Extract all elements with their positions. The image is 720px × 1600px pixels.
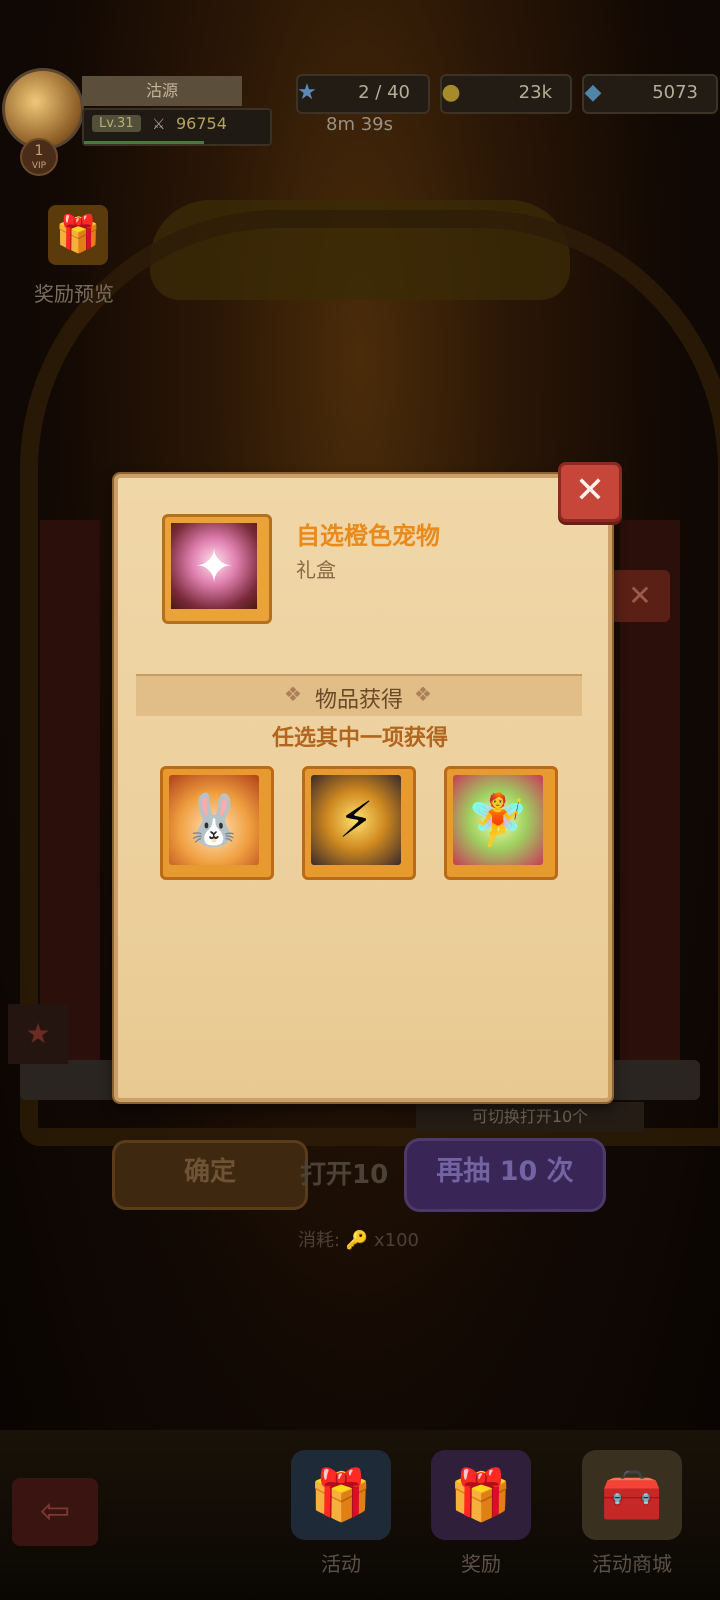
diamonds-value: 5073: [652, 82, 698, 103]
choose-one-hint: 任选其中一项获得: [271, 726, 448, 751]
reward-box-icon: 🎁: [431, 1450, 531, 1540]
resource-stars[interactable]: ★ 2 / 40: [296, 74, 430, 114]
stamina-timer: 8m 39s: [326, 114, 393, 135]
cost-row: 消耗: 🔑 x100: [298, 1226, 419, 1252]
nav-label-activity: 活动: [321, 1552, 361, 1576]
section-title: 物品获得: [314, 688, 403, 713]
crystal-gift-box-icon: ✦: [171, 523, 257, 609]
confirm-button: 确定: [112, 1140, 308, 1210]
diamond-icon: ◆: [584, 80, 602, 105]
shop-chest-icon: 🧰: [582, 1450, 682, 1540]
section-header: ❖ 物品获得 ❖: [136, 674, 582, 716]
player-level: Lv.31: [92, 115, 141, 132]
modal-close-button[interactable]: ✕: [558, 462, 622, 522]
plant-fairy-pet-icon: 🧚: [453, 775, 543, 865]
player-power: 96754: [176, 114, 227, 133]
nav-item-activity: 🎁 活动: [276, 1440, 406, 1590]
item-subtitle: 礼盒: [296, 558, 336, 582]
key-icon: 🔑: [345, 1230, 369, 1251]
stage-curtain-left: [40, 520, 100, 1080]
vip-badge: 1 VIP: [20, 138, 58, 176]
fire-bunny-pet-icon: 🐰: [169, 775, 259, 865]
gold-coin-icon: ●: [441, 80, 461, 105]
gold-value: 23k: [518, 82, 552, 103]
level-power-plate: Lv.31 ⚔ 96754: [82, 108, 272, 146]
crossed-swords-icon: ⚔: [152, 115, 166, 133]
resource-gold[interactable]: ● 23k: [440, 74, 572, 114]
pet-option-2[interactable]: ⚡: [302, 766, 416, 880]
background-close-button: ✕: [610, 570, 670, 622]
player-name: 沽源: [82, 76, 242, 106]
star-box-icon: ★: [8, 1004, 68, 1064]
toggle-open-hint: 可切换打开10个: [416, 1102, 644, 1132]
pet-option-3[interactable]: 🧚: [444, 766, 558, 880]
resource-diamonds[interactable]: ◆ 5073: [582, 74, 718, 114]
star-icon: ★: [297, 80, 317, 105]
nav-label-rewards: 奖励: [461, 1552, 501, 1576]
item-title: 自选橙色宠物: [296, 522, 440, 550]
vip-label: VIP: [31, 161, 47, 171]
stars-value: 2 / 40: [358, 82, 410, 103]
pet-option-1[interactable]: 🐰: [160, 766, 274, 880]
reward-preview-gift-icon[interactable]: 🎁: [48, 205, 108, 265]
back-button: ⇦: [12, 1478, 98, 1546]
redraw-10-button: 再抽 10 次: [404, 1138, 606, 1212]
ornament-right-icon: ❖: [414, 682, 432, 706]
xp-bar: [84, 141, 204, 144]
nav-label-event-shop: 活动商城: [592, 1552, 672, 1576]
cost-label: 消耗:: [298, 1230, 341, 1251]
vip-level: 1: [34, 143, 44, 159]
reward-preview-label[interactable]: 奖励预览: [34, 278, 114, 307]
open-10-label: 打开10: [300, 1160, 389, 1190]
thunder-beast-pet-icon: ⚡: [311, 775, 401, 865]
item-icon-tile: ✦: [162, 514, 272, 624]
nav-item-rewards: 🎁 奖励: [416, 1440, 546, 1590]
nav-item-event-shop: 🧰 活动商城: [562, 1440, 702, 1590]
gift-box-icon: 🎁: [291, 1450, 391, 1540]
cost-amount: x100: [373, 1230, 419, 1251]
